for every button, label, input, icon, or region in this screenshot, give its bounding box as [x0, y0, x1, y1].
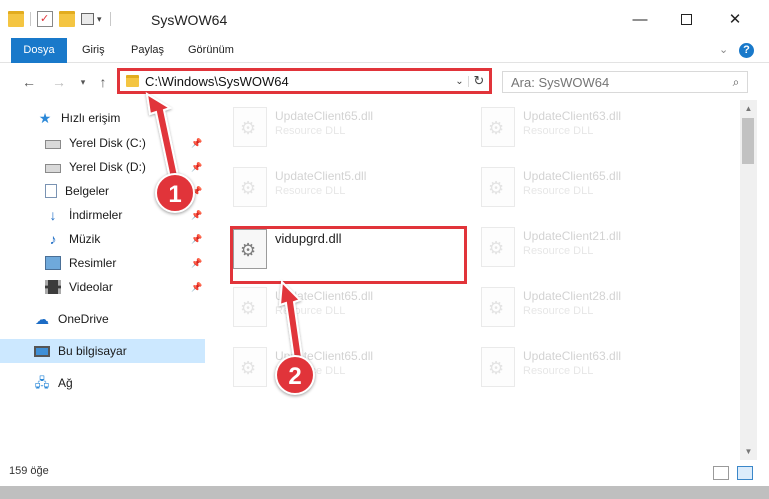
annotation-arrows: [145, 92, 304, 361]
arrow-2: [278, 279, 304, 361]
arrow-1: [145, 92, 180, 180]
step-1-badge: 1: [155, 173, 195, 213]
step-2-badge: 2: [275, 355, 315, 395]
